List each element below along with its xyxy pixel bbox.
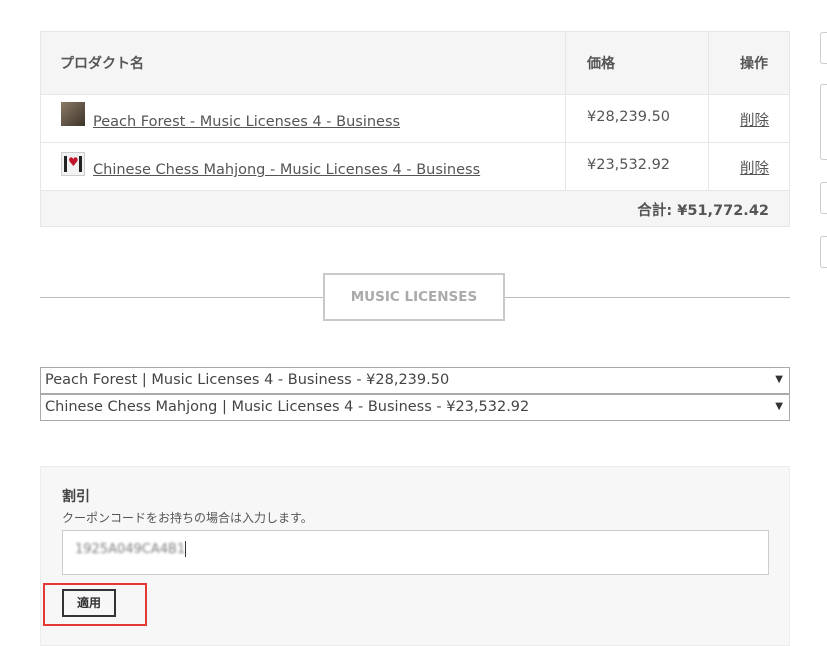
product-thumbnail[interactable] — [61, 102, 85, 126]
coupon-code-input[interactable]: 1925A049CA4B1 — [62, 530, 769, 575]
license-select[interactable]: Peach Forest | Music Licenses 4 - Busine… — [40, 367, 790, 394]
heart-icon: ♥ — [68, 155, 79, 169]
thumbnail-graphic — [79, 156, 82, 172]
cart-header-row: プロダクト名 価格 操作 — [41, 32, 789, 95]
product-thumbnail[interactable]: ♥ — [61, 152, 85, 176]
cart-table: プロダクト名 価格 操作 Peach Forest - Music Licens… — [40, 31, 790, 227]
cart-total-row: 合計: ¥51,772.42 — [41, 191, 789, 226]
header-action: 操作 — [740, 56, 768, 72]
license-select-value: Peach Forest | Music Licenses 4 - Busine… — [45, 372, 450, 388]
product-link[interactable]: Chinese Chess Mahjong - Music Licenses 4… — [93, 162, 480, 178]
apply-button[interactable]: 適用 — [62, 589, 116, 617]
section-title: MUSIC LICENSES — [323, 273, 505, 321]
table-row: Peach Forest - Music Licenses 4 - Busine… — [41, 95, 789, 143]
product-price: ¥23,532.92 — [587, 157, 671, 173]
thumbnail-graphic — [64, 156, 67, 172]
table-row: ♥ Chinese Chess Mahjong - Music Licenses… — [41, 143, 789, 191]
product-link[interactable]: Peach Forest - Music Licenses 4 - Busine… — [93, 114, 400, 130]
sidebar-edge-box — [820, 32, 827, 64]
header-product: プロダクト名 — [60, 56, 144, 72]
text-caret — [185, 541, 187, 557]
header-price: 価格 — [587, 56, 615, 72]
discount-panel: 割引 クーポンコードをお持ちの場合は入力します。 1925A049CA4B1 適… — [40, 466, 790, 646]
top-clipped-text — [40, 0, 790, 6]
discount-title: 割引 — [62, 489, 90, 505]
discount-hint: クーポンコードをお持ちの場合は入力します。 — [62, 511, 313, 525]
dropdown-arrow-icon: ▼ — [775, 401, 783, 412]
dropdown-arrow-icon: ▼ — [775, 374, 783, 385]
sidebar-edge-box — [820, 182, 827, 214]
column-divider — [708, 32, 709, 190]
cart-total: 合計: ¥51,772.42 — [637, 203, 769, 219]
product-price: ¥28,239.50 — [587, 109, 671, 125]
sidebar-edge-box — [820, 236, 827, 268]
coupon-code-value: 1925A049CA4B1 — [75, 541, 186, 557]
license-select-value: Chinese Chess Mahjong | Music Licenses 4… — [45, 399, 530, 415]
column-divider — [565, 32, 566, 190]
delete-link[interactable]: 削除 — [740, 157, 769, 178]
sidebar-edge-box — [820, 84, 827, 160]
license-select[interactable]: Chinese Chess Mahjong | Music Licenses 4… — [40, 394, 790, 421]
delete-link[interactable]: 削除 — [740, 109, 769, 130]
